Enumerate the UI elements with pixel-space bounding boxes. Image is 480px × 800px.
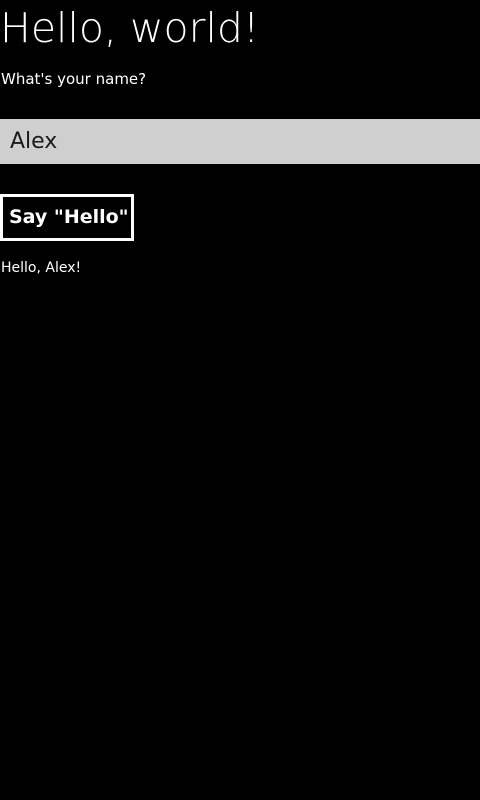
- say-hello-button[interactable]: Say "Hello": [0, 194, 134, 241]
- name-prompt-label: What's your name?: [1, 70, 147, 88]
- app-screen: Hello, world! What's your name? Say "Hel…: [0, 0, 480, 800]
- name-input[interactable]: [0, 119, 480, 164]
- greeting-output: Hello, Alex!: [1, 260, 82, 276]
- page-title: Hello, world!: [0, 4, 260, 52]
